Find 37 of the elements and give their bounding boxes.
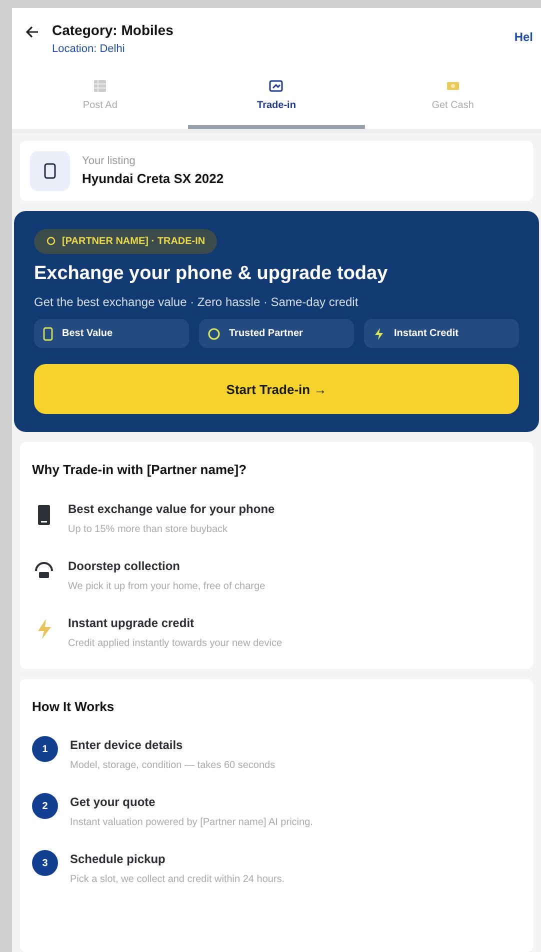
category-title: Category: Mobiles [52,21,174,40]
step-number: 1 [32,736,58,762]
listing-title: Hyundai Creta SX 2022 [82,170,224,188]
start-trade-in-button[interactable]: Start Trade-in → [34,364,519,414]
benefit-description: We pick it up from your home, free of charge [68,580,266,594]
step-description: Pick a slot, we collect and credit within 24 hours. [70,873,285,888]
phone-icon [30,150,70,190]
step-title: Enter device details [70,737,184,754]
benefit-description: Credit applied instantly towards your new device [68,636,282,651]
step-number: 3 [32,850,58,876]
step-description: Model, storage, condition — takes 60 seconds [70,759,276,774]
phone-icon [42,326,54,341]
step-title: Schedule pickup [70,851,166,868]
partner-badge: [PARTNER NAME] · TRADE-IN [34,228,218,254]
benefit-title: Instant upgrade credit [68,614,196,632]
bolt-icon [35,618,53,640]
benefit-title: Doorstep collection [68,558,182,575]
bolt-icon [372,326,386,341]
phone-icon [36,504,52,526]
step-description: Instant valuation powered by [Partner name] AI pricing. [70,816,313,830]
back-arrow-icon [24,24,40,40]
tab[interactable]: Trade-in [188,70,365,128]
location-link[interactable]: Location: Delhi [52,41,506,58]
feature-chip: Trusted Partner [199,319,354,348]
benefit-description: Up to 15% more than store buyback [68,522,229,537]
feature-chip: Best Value [34,319,189,348]
banner-title: Exchange your phone & upgrade today [34,262,389,286]
listing-label: Your listing [82,154,136,168]
step-number: 2 [32,793,58,820]
feature-chip: Instant Credit [364,319,519,348]
section-title: Why Trade-in with [Partner name]? [32,461,248,480]
banner-subtitle: Get the best exchange value · Zero hassle · Same-day credit [34,294,360,312]
benefit-title: Best exchange value for your phone [68,500,275,518]
section-title: How It Works [32,698,116,716]
grid-icon [92,78,108,94]
step-title: Get your quote [70,794,156,812]
help-link[interactable]: Hel [514,20,533,46]
